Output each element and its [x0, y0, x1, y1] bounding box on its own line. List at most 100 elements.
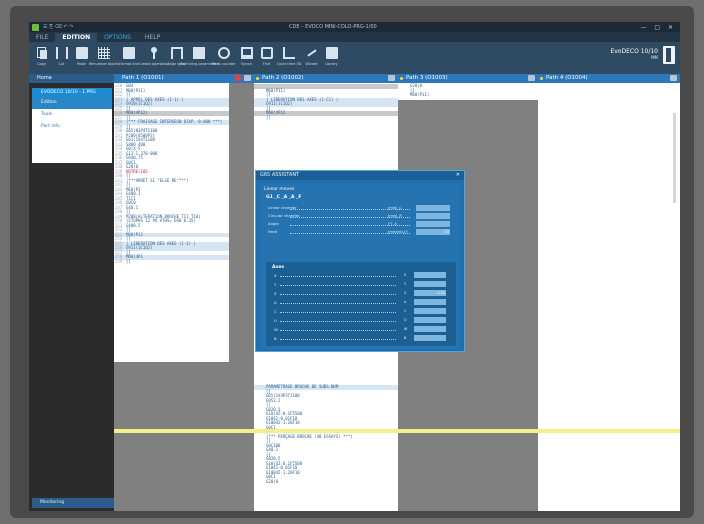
bars-icon — [170, 47, 183, 59]
sidebar-home[interactable]: Home — [29, 74, 114, 83]
machine-brand: EvoDECO 10/10 MM — [610, 48, 658, 60]
window-title: CDE – EVOCO MINI-COLO-PRG-1/00 — [289, 24, 377, 30]
axis-input[interactable] — [414, 335, 446, 341]
path-3-header[interactable]: Path 3 (O1003) — [398, 74, 538, 83]
axis-row-x: XX — [266, 271, 456, 280]
axis-row-y: YY — [266, 280, 456, 289]
sidebar-item-part-info[interactable]: Part info — [32, 121, 112, 133]
axis-unit: A — [404, 300, 407, 304]
dialog-fields: Linear chamfer [mm] ,C Circular chamfer [mm… — [260, 204, 460, 236]
parts-counter-button[interactable]: Parts counter — [212, 42, 236, 72]
maximize-icon[interactable] — [388, 75, 395, 81]
sidebar-monitoring[interactable]: Monitoring — [32, 498, 114, 508]
leader-dots — [280, 321, 396, 322]
maximize-icon[interactable] — [670, 75, 677, 81]
axis-label: C — [274, 309, 277, 314]
axis-input[interactable] — [414, 299, 446, 305]
grid-icon — [98, 47, 110, 59]
path-2-code-top[interactable]: M60(P11)[]( LIBERATION DES AXES (1-C1) )… — [254, 84, 398, 120]
leader-dots — [280, 330, 396, 331]
ribbon-button-label: Find — [262, 62, 271, 66]
quick-access-toolbar[interactable]: ☰ ⎘ ⌫ ↶ ↷ — [43, 24, 73, 30]
sidebar-file[interactable]: EVODECO 10/10 - 1.PRG — [32, 88, 112, 97]
path-2-code-bottom[interactable]: PARAMETRAGE BROCHE DE SUBS.NUM[] G65(1V4P… — [254, 384, 398, 485]
axis-unit: B — [404, 336, 407, 340]
wizard-button[interactable]: Wizard — [303, 42, 320, 72]
code-line[interactable]: [] — [254, 114, 398, 121]
axes-fields: X X Y Y Z Z -1.20 A A C C U U W W B B — [266, 271, 456, 343]
renumber-blocks-button[interactable]: Renumber blocks — [89, 42, 119, 72]
library-icon — [325, 47, 338, 59]
machine-unit: MM — [651, 55, 658, 60]
code-line[interactable]: G28(0 — [254, 479, 398, 485]
dialog-gcode-preview: G1 _C _A _A _F — [266, 195, 302, 200]
format-line-button[interactable]: Format line — [118, 42, 140, 72]
path-4-header[interactable]: Path 4 (O1004) — [538, 74, 680, 83]
sidebar-menu: Edition Tools Part info — [32, 97, 112, 163]
paste-button[interactable]: Paste — [73, 42, 90, 72]
g-code-assistant-dialog: G65 ASSISTANT ✕ Linear moves G1 _C _A _A… — [255, 170, 465, 352]
tab-edition[interactable]: EDITION — [55, 33, 98, 42]
axis-label: B — [274, 336, 277, 341]
ribbon-buttons: Copy Cut Paste Renumber blocks Format line Cr… — [33, 42, 343, 72]
copy-button[interactable]: Copy — [33, 42, 50, 72]
field-input[interactable] — [416, 205, 450, 211]
code-line[interactable]: 259[] — [114, 259, 229, 265]
field-circular-chamfer: Circular chamfer [mm] ,R — [260, 212, 460, 220]
maximize-icon[interactable] — [528, 75, 535, 81]
code-text: [] — [266, 114, 271, 120]
sidebar-item-tools[interactable]: Tools — [32, 109, 112, 121]
cycle-time-3d-button[interactable]: Cycle time 3D — [276, 42, 302, 72]
path-1-editor[interactable]: 220 G04 221 M60(P11) 222[] 223( APPEL DES AXE… — [114, 83, 229, 511]
find-button[interactable]: Find — [258, 42, 275, 72]
axes-group-title: Axes — [272, 265, 285, 270]
field-linear-chamfer: Linear chamfer [mm] ,C — [260, 204, 460, 212]
path-4-editor[interactable] — [538, 83, 680, 511]
field-unit: [mm] ,R — [388, 214, 402, 218]
field-unit: [mm] ,C — [388, 206, 402, 210]
sidebar-item-edition[interactable]: Edition — [32, 97, 112, 109]
cut-button[interactable]: Cut — [53, 42, 70, 72]
gear-icon — [218, 47, 230, 59]
align-sync-button[interactable]: Align sync — [168, 42, 185, 72]
maximize-icon[interactable] — [244, 75, 251, 81]
tab-file[interactable]: FILE — [29, 33, 55, 42]
window-controls[interactable]: — ▢ ✕ — [640, 24, 676, 31]
code-line[interactable]: M60(P11) — [398, 92, 538, 98]
create-operation-button[interactable]: Create operation — [139, 42, 169, 72]
cut-icon — [55, 47, 68, 59]
path-status-dot-icon — [256, 77, 259, 80]
close-icon[interactable]: ✕ — [456, 171, 460, 180]
axis-input[interactable] — [414, 272, 446, 278]
exit-door-icon[interactable] — [663, 46, 675, 64]
app-window: ☰ ⎘ ⌫ ↶ ↷ CDE – EVOCO MINI-COLO-PRG-1/00… — [29, 22, 680, 511]
axis-input[interactable]: -1.20 — [414, 290, 446, 296]
library-button[interactable]: Library — [323, 42, 340, 72]
ribbon-tab-bar: FILE EDITION OPTIONS HELP — [29, 32, 680, 42]
axis-input[interactable] — [414, 317, 446, 323]
field-input[interactable] — [416, 229, 450, 235]
axis-input[interactable] — [414, 281, 446, 287]
chart-icon — [283, 47, 295, 59]
ribbon-button-label: Renumber blocks — [88, 62, 120, 66]
path-3-code[interactable]: G28(0[] M60(P11) — [398, 83, 538, 98]
field-input[interactable] — [416, 213, 450, 219]
synch-button[interactable]: Synch — [238, 42, 255, 72]
ribbon-button-label: Copy — [37, 62, 46, 66]
path-1-header[interactable]: Path 1 (O1001) — [114, 74, 254, 83]
warning-icon — [235, 75, 241, 81]
path-2-header[interactable]: Path 2 (O1002) — [254, 74, 398, 83]
axis-input[interactable] — [414, 308, 446, 314]
tab-options[interactable]: OPTIONS — [97, 33, 138, 42]
tab-help[interactable]: HELP — [138, 33, 167, 42]
path-2-title: Path 2 (O1002) — [262, 75, 304, 81]
field-input[interactable] — [416, 221, 450, 227]
path-4-scrollbar[interactable] — [673, 113, 676, 203]
ribbon-button-label: Synch — [241, 62, 252, 66]
path-1-code[interactable]: 220 G04 221 M60(P11) 222[] 223( APPEL DES AXE… — [114, 83, 229, 265]
wave-icon — [306, 47, 318, 59]
path-4-title: Path 4 (O1004) — [546, 75, 588, 81]
machining-parameters-button[interactable]: Machining parameters — [179, 42, 219, 72]
ribbon-button-label: Cycle time 3D — [276, 62, 302, 66]
axis-input[interactable] — [414, 326, 446, 332]
